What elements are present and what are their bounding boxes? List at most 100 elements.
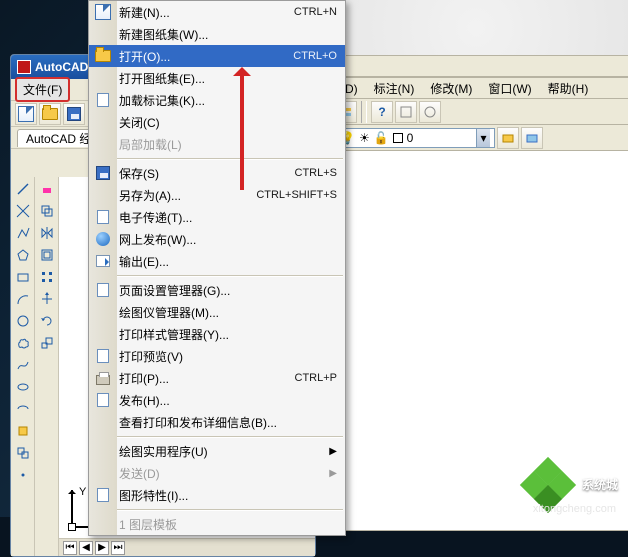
new-icon [18, 106, 34, 122]
secondary-window-chrome: g] 绘图(D)标注(N)修改(M)窗口(W)帮助(H) ? 💡 ☀ 🔓 0 ▾ [306, 55, 628, 215]
insert-block-tool[interactable] [13, 421, 33, 441]
menu-item-2[interactable]: 修改(M) [424, 78, 478, 99]
offset-tool[interactable] [37, 245, 57, 265]
menu-item-view-details[interactable]: 查看打印和发布详细信息(B)... [89, 411, 345, 433]
menu-item-3[interactable]: 窗口(W) [482, 78, 537, 99]
menu-item-export[interactable]: 输出(E)... [89, 250, 345, 272]
copy-tool[interactable] [37, 201, 57, 221]
generic-tool-2[interactable] [419, 101, 441, 123]
layer-toolbar: ? [306, 99, 628, 125]
menu-item-new-sheet[interactable]: 新建图纸集(W)... [89, 23, 345, 45]
revision-cloud-tool[interactable] [13, 333, 33, 353]
menu-item-label: 输出(E)... [119, 253, 337, 270]
menu-item-new[interactable]: 新建(N)...CTRL+N [89, 1, 345, 23]
point-tool[interactable] [13, 465, 33, 485]
move-tool[interactable] [37, 289, 57, 309]
line-tool[interactable] [13, 179, 33, 199]
tab-nav-first[interactable]: ⏮ [63, 541, 77, 555]
ucs-y-label: Y [79, 486, 86, 498]
layer-previous-button[interactable] [497, 127, 519, 149]
menu-item-plot[interactable]: 打印(P)...CTRL+P [89, 367, 345, 389]
out-icon [93, 252, 113, 270]
page-icon [93, 391, 113, 409]
spline-tool[interactable] [13, 355, 33, 375]
rotate-tool[interactable] [37, 311, 57, 331]
help-button[interactable]: ? [371, 101, 393, 123]
watermark: 系统城 [520, 461, 618, 507]
menu-item-1[interactable]: 标注(N) [368, 78, 421, 99]
menu-item-label: 图形特性(I)... [119, 487, 337, 504]
menu-item-label: 打开图纸集(E)... [119, 70, 337, 87]
ellipse-tool[interactable] [13, 377, 33, 397]
menu-separator [117, 509, 343, 510]
menu-item-dwg-props[interactable]: 图形特性(I)... [89, 484, 345, 506]
construction-line-tool[interactable] [13, 201, 33, 221]
ellipse-arc-tool[interactable] [13, 399, 33, 419]
chevron-down-icon[interactable]: ▾ [476, 129, 490, 147]
menu-item-recent1: 1 图层模板 [89, 513, 345, 535]
file-menu-dropdown: 新建(N)...CTRL+N 新建图纸集(W)... 打开(O)...CTRL+O 打… [88, 0, 346, 536]
polyline-tool[interactable] [13, 223, 33, 243]
page-icon [93, 347, 113, 365]
menu-item-plot-style[interactable]: 打印样式管理器(Y)... [89, 323, 345, 345]
menu-item-plotter-mgr[interactable]: 绘图仪管理器(M)... [89, 301, 345, 323]
menu-item-publish[interactable]: 发布(H)... [89, 389, 345, 411]
open-button[interactable] [39, 103, 61, 125]
menu-item-etransmit[interactable]: 电子传递(T)... [89, 206, 345, 228]
menu-item-open[interactable]: 打开(O)...CTRL+O [89, 45, 345, 67]
open-icon [93, 47, 113, 65]
open-folder-icon [42, 108, 58, 120]
menu-item-shortcut: CTRL+O [293, 50, 337, 62]
question-icon: ? [378, 105, 385, 119]
menu-item-save-as[interactable]: 另存为(A)...CTRL+SHIFT+S [89, 184, 345, 206]
menu-item-utilities[interactable]: 绘图实用程序(U)▶ [89, 440, 345, 462]
save-button[interactable] [63, 103, 85, 125]
menu-separator [117, 158, 343, 159]
menu-item-load-markup[interactable]: 加载标记集(K)... [89, 89, 345, 111]
page-icon [93, 486, 113, 504]
tab-nav-next[interactable]: ▶ [95, 541, 109, 555]
array-tool[interactable] [37, 267, 57, 287]
save-disk-icon [67, 107, 81, 121]
menu-item-4[interactable]: 帮助(H) [542, 78, 595, 99]
polygon-tool[interactable] [13, 245, 33, 265]
menu-item-plot-preview[interactable]: 打印预览(V) [89, 345, 345, 367]
new-button[interactable] [15, 103, 37, 125]
blank-icon [93, 135, 113, 153]
menu-item-label: 另存为(A)... [119, 187, 256, 204]
scale-tool[interactable] [37, 333, 57, 353]
menu-item-open-sheet[interactable]: 打开图纸集(E)... [89, 67, 345, 89]
menu-item-label: 新建图纸集(W)... [119, 26, 337, 43]
circle-tool[interactable] [13, 311, 33, 331]
blank-icon [93, 515, 113, 533]
layer-combo[interactable]: 💡 ☀ 🔓 0 ▾ [335, 128, 495, 148]
layer-state-manager-button[interactable] [521, 127, 543, 149]
secondary-menubar-2: 绘图(D)标注(N)修改(M)窗口(W)帮助(H) [306, 77, 628, 99]
menu-item-label: 打印(P)... [119, 370, 295, 387]
menu-separator [117, 275, 343, 276]
menu-item-label: 查看打印和发布详细信息(B)... [119, 414, 337, 431]
arc-tool[interactable] [13, 289, 33, 309]
menu-item-save[interactable]: 保存(S)CTRL+S [89, 162, 345, 184]
blank-icon [93, 464, 113, 482]
make-block-tool[interactable] [13, 443, 33, 463]
blank-icon [93, 325, 113, 343]
erase-tool[interactable] [37, 179, 57, 199]
tab-nav-last[interactable]: ⏭ [111, 541, 125, 555]
menu-file[interactable]: 文件(F) [15, 77, 70, 102]
menu-item-shortcut: CTRL+P [295, 372, 338, 384]
mirror-tool[interactable] [37, 223, 57, 243]
blank-icon [93, 442, 113, 460]
rectangle-tool[interactable] [13, 267, 33, 287]
menu-item-close[interactable]: 关闭(C) [89, 111, 345, 133]
page-icon [93, 208, 113, 226]
menu-item-label: 打印预览(V) [119, 348, 337, 365]
tab-nav-prev[interactable]: ◀ [79, 541, 93, 555]
menu-item-label: 发送(D) [119, 465, 329, 482]
menu-item-web-pub[interactable]: 网上发布(W)... [89, 228, 345, 250]
menu-item-page-setup[interactable]: 页面设置管理器(G)... [89, 279, 345, 301]
menu-item-label: 保存(S) [119, 165, 295, 182]
layer-combo-row: 💡 ☀ 🔓 0 ▾ [306, 125, 628, 151]
watermark-logo-icon [520, 461, 576, 507]
generic-tool[interactable] [395, 101, 417, 123]
